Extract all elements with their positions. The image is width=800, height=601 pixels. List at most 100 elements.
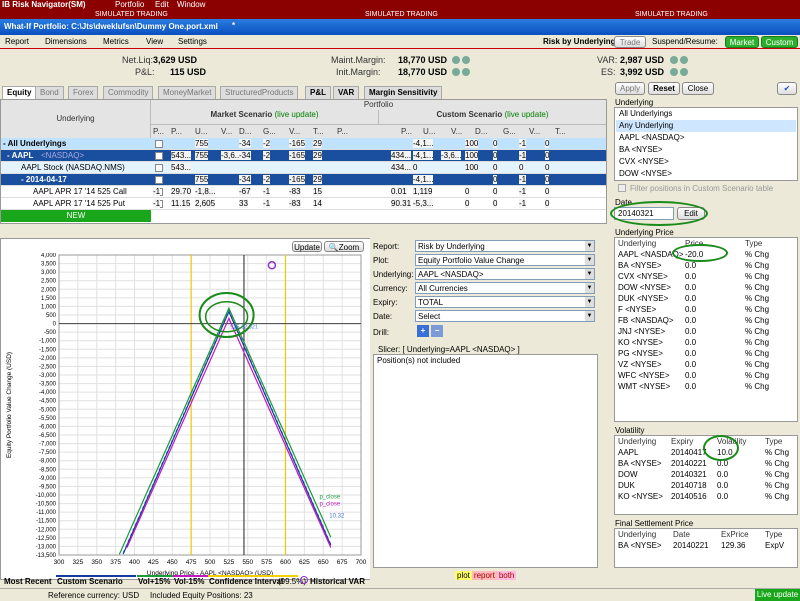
table-cell[interactable]: % Chg bbox=[745, 338, 769, 347]
custom-col-header[interactable]: G... bbox=[503, 127, 516, 136]
table-row[interactable]: - All Underlyings 755 -34 -2 -165 29 -4,1... 10… bbox=[1, 138, 606, 150]
checkmark-icon[interactable]: ✔ bbox=[777, 82, 797, 95]
table-cell[interactable]: % Chg bbox=[745, 294, 769, 303]
menu-edit[interactable]: Edit bbox=[155, 0, 169, 9]
table-cell[interactable]: % Chg bbox=[745, 371, 769, 380]
live-update-badge[interactable]: Live update bbox=[755, 589, 800, 601]
table-cell[interactable]: 0.0 bbox=[685, 371, 696, 380]
table-row[interactable]: AAPL APR 17 '14 525 Put -1 11.15 2,605 33 -1 -… bbox=[1, 198, 606, 210]
info-icon[interactable] bbox=[670, 56, 678, 64]
menu-dimensions[interactable]: Dimensions bbox=[45, 37, 87, 46]
table-row[interactable]: AAPL Stock (NASDAQ.NMS) 543... 434... 0 100 0… bbox=[1, 162, 606, 174]
table-row[interactable]: - AAPL <NASDAQ> 543... 755 -3,6... -34 -2 -165 2… bbox=[1, 150, 606, 162]
table-cell[interactable]: 20140221 bbox=[673, 541, 709, 550]
apply-button[interactable]: Apply bbox=[615, 82, 645, 95]
market-col-header[interactable]: D... bbox=[239, 127, 251, 136]
info-icon[interactable] bbox=[452, 68, 460, 76]
market-button[interactable]: Market bbox=[725, 36, 759, 48]
menu-portfolio[interactable]: Portfolio bbox=[115, 0, 144, 9]
market-col-header[interactable]: G... bbox=[263, 127, 276, 136]
table-cell[interactable]: % Chg bbox=[745, 272, 769, 281]
plot-toggle[interactable]: plot bbox=[455, 571, 472, 580]
underlying-list-item[interactable]: AAPL <NASDAQ> bbox=[616, 132, 796, 144]
table-cell[interactable]: % Chg bbox=[745, 349, 769, 358]
table-cell[interactable]: 0.0 bbox=[685, 283, 696, 292]
table-cell[interactable]: 0.0 bbox=[685, 261, 696, 270]
table-cell[interactable]: 0.0 bbox=[685, 360, 696, 369]
table-cell[interactable]: 0.0 bbox=[717, 492, 728, 501]
info-icon[interactable] bbox=[670, 68, 678, 76]
menu-view[interactable]: View bbox=[146, 37, 163, 46]
reset-button[interactable]: Reset bbox=[648, 82, 680, 95]
table-cell[interactable]: 0.0 bbox=[717, 481, 728, 490]
tab-forex[interactable]: Forex bbox=[68, 86, 99, 99]
chart-icon[interactable] bbox=[462, 68, 470, 76]
market-col-header[interactable]: P... bbox=[153, 127, 164, 136]
table-cell[interactable]: % Chg bbox=[745, 283, 769, 292]
update-button[interactable]: Update bbox=[292, 241, 322, 252]
table-cell[interactable]: 0.0 bbox=[685, 349, 696, 358]
chart-icon[interactable] bbox=[462, 56, 470, 64]
row-checkbox[interactable] bbox=[155, 140, 163, 148]
table-cell[interactable]: % Chg bbox=[745, 250, 769, 259]
zoom-button[interactable]: 🔍Zoom bbox=[324, 241, 364, 252]
chart-icon[interactable] bbox=[680, 56, 688, 64]
report-select[interactable]: Risk by Underlying ▼ bbox=[415, 240, 595, 252]
table-cell[interactable]: 0.0 bbox=[717, 470, 728, 479]
market-col-header[interactable]: P... bbox=[171, 127, 182, 136]
tab-commodity[interactable]: Commodity bbox=[103, 86, 154, 99]
row-checkbox[interactable] bbox=[155, 164, 163, 172]
table-cell[interactable]: 0.0 bbox=[685, 294, 696, 303]
market-col-header[interactable]: P... bbox=[337, 127, 348, 136]
table-cell[interactable]: 0.0 bbox=[685, 327, 696, 336]
table-cell[interactable]: 20140417 bbox=[671, 448, 707, 457]
market-col-header[interactable]: U... bbox=[195, 127, 207, 136]
menu-window[interactable]: Window bbox=[177, 0, 205, 9]
table-cell[interactable]: % Chg bbox=[745, 382, 769, 391]
market-col-header[interactable]: T... bbox=[313, 127, 324, 136]
table-cell[interactable]: % Chg bbox=[745, 261, 769, 270]
menu-settings[interactable]: Settings bbox=[178, 37, 207, 46]
table-cell[interactable]: % Chg bbox=[745, 316, 769, 325]
custom-col-header[interactable]: V... bbox=[451, 127, 462, 136]
custom-col-header[interactable]: U... bbox=[423, 127, 435, 136]
tab-moneymarket[interactable]: MoneyMarket bbox=[158, 86, 217, 99]
market-col-header[interactable]: V... bbox=[221, 127, 232, 136]
underlying-list-item[interactable]: All Underlyings bbox=[616, 108, 796, 120]
tab-var[interactable]: VAR bbox=[333, 86, 360, 99]
table-cell[interactable]: % Chg bbox=[745, 360, 769, 369]
table-cell[interactable]: 20140718 bbox=[671, 481, 707, 490]
custom-col-header[interactable]: D... bbox=[475, 127, 487, 136]
table-cell[interactable]: % Chg bbox=[745, 327, 769, 336]
table-cell[interactable]: 0.0 bbox=[685, 316, 696, 325]
currency-select[interactable]: All Currencies ▼ bbox=[415, 282, 595, 294]
table-cell[interactable]: 0.0 bbox=[685, 338, 696, 347]
expiry-select[interactable]: TOTAL ▼ bbox=[415, 296, 595, 308]
tab-bond[interactable]: Bond bbox=[35, 86, 64, 99]
underlying-list-item[interactable]: BA <NYSE> bbox=[616, 144, 796, 156]
table-cell[interactable]: 20140321 bbox=[671, 470, 707, 479]
date-select[interactable]: Select ▼ bbox=[415, 310, 595, 322]
plot-select[interactable]: Equity Portfolio Value Change ▼ bbox=[415, 254, 595, 266]
custom-col-header[interactable]: P... bbox=[401, 127, 412, 136]
menu-metrics[interactable]: Metrics bbox=[103, 37, 129, 46]
table-row[interactable]: - 2014-04-17 755 -34 -2 -165 29 -4,1... 0 -1 0 bbox=[1, 174, 606, 186]
drill-up-icon[interactable]: − bbox=[431, 325, 443, 337]
new-row-button[interactable]: NEW bbox=[1, 210, 151, 222]
tab-margin-sensitivity[interactable]: Margin Sensitivity bbox=[364, 86, 443, 99]
close-button[interactable]: Close bbox=[682, 82, 714, 95]
payoff-chart[interactable]: 4,000 3,500 3,000 2,500 2,000 1,500 1,000 500 0 -… bbox=[1, 253, 369, 581]
tab-structuredproducts[interactable]: StructuredProducts bbox=[220, 86, 299, 99]
tab-pl[interactable]: P&L bbox=[305, 86, 331, 99]
underlying-list-item[interactable]: CVX <NYSE> bbox=[616, 156, 796, 168]
both-toggle[interactable]: both bbox=[496, 571, 517, 580]
info-icon[interactable] bbox=[452, 56, 460, 64]
table-row[interactable]: AAPL APR 17 '14 525 Call -1 29.70 -1,8... -6… bbox=[1, 186, 606, 198]
trade-button[interactable]: Trade bbox=[614, 36, 646, 48]
market-col-header[interactable]: V... bbox=[289, 127, 300, 136]
underlying-select[interactable]: AAPL <NASDAQ> ▼ bbox=[415, 268, 595, 280]
report-toggle[interactable]: report bbox=[471, 571, 497, 580]
custom-col-header[interactable]: V... bbox=[529, 127, 540, 136]
underlying-list-item[interactable]: Any Underlying bbox=[616, 120, 796, 132]
row-checkbox[interactable] bbox=[155, 176, 163, 184]
